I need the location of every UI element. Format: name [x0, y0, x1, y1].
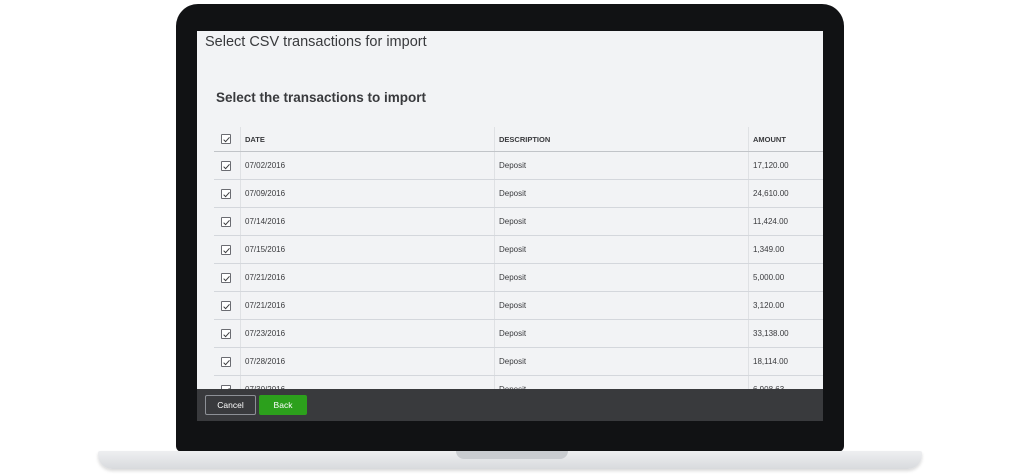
- row-description: Deposit: [494, 236, 748, 263]
- row-checkbox[interactable]: [221, 216, 231, 227]
- row-date: 07/14/2016: [240, 208, 494, 235]
- table-row[interactable]: 07/15/2016 Deposit 1,349.00: [214, 236, 823, 264]
- row-checkbox-cell: [214, 208, 238, 235]
- row-checkbox[interactable]: [221, 300, 231, 311]
- row-amount: 11,424.00: [748, 208, 823, 235]
- row-description: Deposit: [494, 292, 748, 319]
- checkbox-checked-icon: [223, 359, 230, 365]
- page-title: Select CSV transactions for import: [205, 34, 427, 50]
- row-checkbox-cell: [214, 180, 238, 207]
- row-date: 07/21/2016: [240, 264, 494, 291]
- checkbox-checked-icon: [223, 331, 230, 337]
- row-amount: 24,610.00: [748, 180, 823, 207]
- row-description: Deposit: [494, 180, 748, 207]
- checkbox-checked-icon: [223, 137, 230, 143]
- column-header-date[interactable]: DATE: [240, 127, 494, 151]
- row-date: 07/28/2016: [240, 348, 494, 375]
- row-checkbox-cell: [214, 348, 238, 375]
- row-amount: 18,114.00: [748, 348, 823, 375]
- row-description: Deposit: [494, 208, 748, 235]
- back-button[interactable]: Back: [259, 395, 307, 415]
- checkbox-checked-icon: [223, 275, 230, 281]
- row-checkbox-cell: [214, 152, 238, 179]
- table-row[interactable]: 07/28/2016 Deposit 18,114.00: [214, 348, 823, 376]
- table-header-row: DATE DESCRIPTION AMOUNT: [214, 127, 823, 152]
- checkbox-checked-icon: [223, 191, 230, 197]
- row-date: 07/21/2016: [240, 292, 494, 319]
- table-row[interactable]: 07/09/2016 Deposit 24,610.00: [214, 180, 823, 208]
- row-description: Deposit: [494, 152, 748, 179]
- cancel-button[interactable]: Cancel: [205, 395, 256, 415]
- footer-bar: Cancel Back: [197, 389, 823, 421]
- row-checkbox-cell: [214, 292, 238, 319]
- app-screen: Select CSV transactions for import Selec…: [197, 31, 823, 421]
- transactions-table: DATE DESCRIPTION AMOUNT 07/02/2016 Deposi…: [214, 127, 823, 404]
- table-row[interactable]: 07/02/2016 Deposit 17,120.00: [214, 152, 823, 180]
- table-row[interactable]: 07/21/2016 Deposit 5,000.00: [214, 264, 823, 292]
- checkbox-checked-icon: [223, 303, 230, 309]
- checkbox-checked-icon: [223, 163, 230, 169]
- table-body: 07/02/2016 Deposit 17,120.00 07/09/2016 Depo…: [214, 152, 823, 404]
- row-checkbox[interactable]: [221, 244, 231, 255]
- row-description: Deposit: [494, 348, 748, 375]
- checkbox-checked-icon: [223, 247, 230, 253]
- section-title: Select the transactions to import: [216, 90, 427, 105]
- row-date: 07/23/2016: [240, 320, 494, 347]
- row-checkbox[interactable]: [221, 160, 231, 171]
- row-description: Deposit: [494, 320, 748, 347]
- column-header-amount[interactable]: AMOUNT: [748, 127, 823, 151]
- select-all-checkbox[interactable]: [221, 134, 231, 144]
- select-all-cell: [214, 127, 238, 151]
- column-header-description[interactable]: DESCRIPTION: [494, 127, 748, 151]
- row-date: 07/15/2016: [240, 236, 494, 263]
- row-amount: 5,000.00: [748, 264, 823, 291]
- row-checkbox[interactable]: [221, 272, 231, 283]
- row-description: Deposit: [494, 264, 748, 291]
- row-checkbox-cell: [214, 320, 238, 347]
- row-date: 07/02/2016: [240, 152, 494, 179]
- row-amount: 33,138.00: [748, 320, 823, 347]
- table-row[interactable]: 07/23/2016 Deposit 33,138.00: [214, 320, 823, 348]
- table-row[interactable]: 07/14/2016 Deposit 11,424.00: [214, 208, 823, 236]
- row-checkbox[interactable]: [221, 188, 231, 199]
- row-checkbox[interactable]: [221, 356, 231, 367]
- laptop-notch: [456, 451, 568, 459]
- row-checkbox[interactable]: [221, 328, 231, 339]
- row-amount: 17,120.00: [748, 152, 823, 179]
- row-checkbox-cell: [214, 236, 238, 263]
- table-row[interactable]: 07/21/2016 Deposit 3,120.00: [214, 292, 823, 320]
- checkbox-checked-icon: [223, 219, 230, 225]
- row-amount: 1,349.00: [748, 236, 823, 263]
- row-date: 07/09/2016: [240, 180, 494, 207]
- row-checkbox-cell: [214, 264, 238, 291]
- row-amount: 3,120.00: [748, 292, 823, 319]
